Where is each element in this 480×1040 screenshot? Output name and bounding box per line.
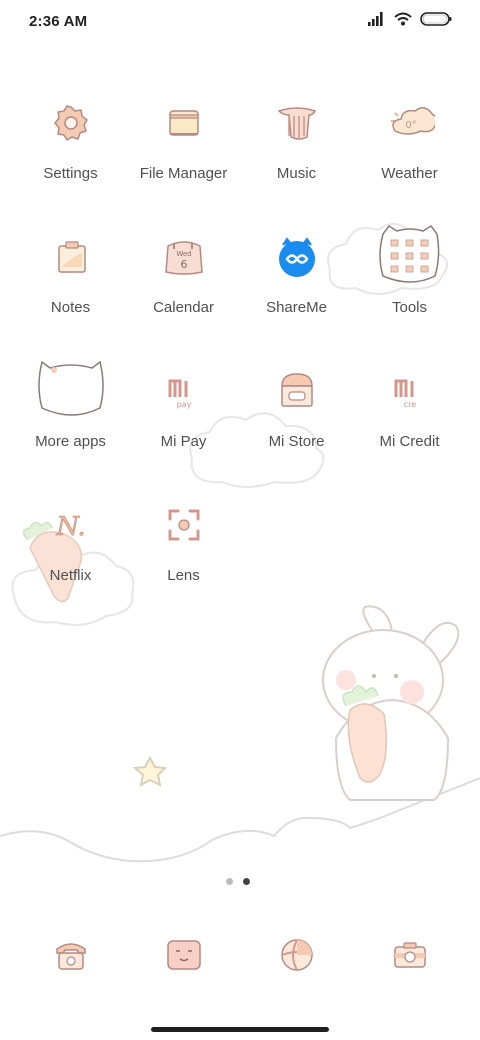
app-mi-credit[interactable]: cre Mi Credit	[353, 355, 466, 465]
calendar-icon: Wed 6	[148, 221, 220, 293]
app-more-apps-folder[interactable]: More apps	[14, 355, 127, 465]
dock-camera[interactable]	[388, 935, 432, 979]
status-time: 2:36 AM	[29, 13, 88, 30]
phone-icon	[51, 935, 91, 980]
app-weather[interactable]: 0° Weather	[353, 87, 466, 197]
app-tools-folder[interactable]: Tools	[353, 221, 466, 331]
svg-text:6: 6	[180, 258, 187, 271]
wifi-icon	[394, 12, 412, 31]
mi-credit-icon: cre	[374, 355, 446, 427]
more-apps-folder-icon	[35, 355, 107, 427]
svg-text:0°: 0°	[405, 120, 416, 131]
app-music[interactable]: Music	[240, 87, 353, 197]
app-shareme[interactable]: ShareMe	[240, 221, 353, 331]
app-file-manager[interactable]: File Manager	[127, 87, 240, 197]
netflix-icon: N.	[35, 489, 107, 561]
app-mi-store[interactable]: Mi Store	[240, 355, 353, 465]
mi-pay-icon: pay	[148, 355, 220, 427]
page-indicator[interactable]	[226, 878, 250, 885]
dock-browser[interactable]	[275, 935, 319, 979]
status-bar: 2:36 AM	[0, 0, 480, 44]
svg-text:cre: cre	[403, 400, 416, 409]
camera-icon	[390, 935, 430, 980]
dock-messages[interactable]	[162, 935, 206, 979]
svg-text:Wed: Wed	[176, 250, 191, 258]
signal-icon	[368, 12, 386, 31]
mi-store-icon	[261, 355, 333, 427]
app-mi-pay[interactable]: pay Mi Pay	[127, 355, 240, 465]
app-settings[interactable]: Settings	[14, 87, 127, 197]
app-netflix[interactable]: N. Netflix	[14, 489, 127, 599]
dock-phone[interactable]	[49, 935, 93, 979]
shareme-icon	[261, 221, 333, 293]
gear-icon	[35, 87, 107, 159]
tools-folder-icon	[374, 221, 446, 293]
home-gesture-bar[interactable]	[151, 1027, 329, 1032]
notes-icon	[35, 221, 107, 293]
battery-icon	[420, 12, 452, 31]
svg-text:N.: N.	[55, 512, 85, 542]
weather-icon: 0°	[374, 87, 446, 159]
svg-text:pay: pay	[176, 400, 191, 409]
lens-icon	[148, 489, 220, 561]
messages-icon	[164, 935, 204, 980]
browser-icon	[277, 935, 317, 980]
music-icon	[261, 87, 333, 159]
page-dot-2[interactable]	[243, 878, 250, 885]
app-notes[interactable]: Notes	[14, 221, 127, 331]
app-lens[interactable]: Lens	[127, 489, 240, 599]
folder-icon	[148, 87, 220, 159]
status-icons	[368, 12, 452, 31]
app-calendar[interactable]: Wed 6 Calendar	[127, 221, 240, 331]
page-dot-1[interactable]	[226, 878, 233, 885]
